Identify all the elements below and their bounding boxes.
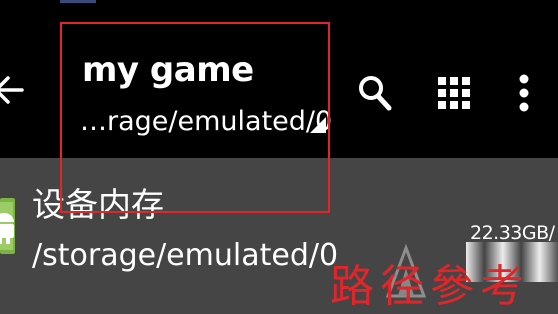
folder-title[interactable]: my game [82,50,254,90]
toolbar: my game …rage/emulated/0 [0,0,558,158]
android-icon [0,198,15,254]
search-icon[interactable] [356,70,394,116]
folder-path[interactable]: …rage/emulated/0 [80,106,332,137]
path-reference-annotation: 路径參考 [330,261,530,312]
dropdown-triangle-icon[interactable] [310,117,326,133]
back-arrow-icon[interactable] [0,74,26,106]
grid-view-icon[interactable] [437,70,473,116]
storage-name: 设备内存 [32,185,164,224]
status-strip [60,0,96,3]
more-vert-icon[interactable] [514,70,534,116]
storage-size: 22.33GB/ [470,222,555,244]
storage-path: /storage/emulated/0 [32,238,339,273]
